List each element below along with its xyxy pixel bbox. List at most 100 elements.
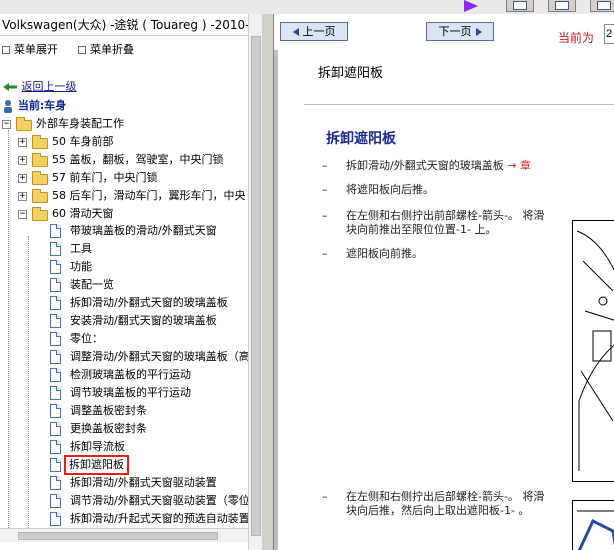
tree-group-60[interactable]: 60 滑动天窗	[52, 206, 114, 222]
back-link-label: 返回上一级	[21, 80, 77, 93]
document-icon	[50, 422, 61, 436]
tree-expander[interactable]: +	[18, 192, 27, 201]
tree-expander[interactable]: −	[18, 210, 27, 219]
prev-page-button[interactable]: 上一页	[280, 22, 348, 41]
back-arrow-icon	[3, 83, 17, 91]
tree-item[interactable]: 零位：	[70, 331, 103, 347]
document-title: 拆卸遮阳板	[326, 131, 396, 147]
tree-item[interactable]: 安装滑动/翻式天窗的玻璃盖板	[70, 313, 217, 329]
content-pane: 上一页 下一页 当前为 拆卸遮阳板 拆卸遮阳板 – 拆卸滑动/外翻式天窗的玻璃盖…	[274, 14, 614, 550]
step-dash: –	[322, 209, 328, 222]
next-page-label: 下一页	[438, 25, 472, 38]
window-icon	[513, 1, 527, 10]
current-location-label: 当前:车身	[17, 99, 67, 112]
vertical-scrollbar[interactable]	[248, 14, 262, 550]
technical-drawing-icon	[576, 230, 614, 471]
horizontal-scrollbar[interactable]	[0, 528, 248, 542]
folder-icon	[32, 135, 48, 149]
document-header: 拆卸遮阳板	[318, 66, 384, 81]
tree-line	[8, 130, 9, 540]
tree-item[interactable]: 带玻璃盖板的滑动/外翻式天窗	[70, 223, 217, 239]
current-page-label: 当前为	[558, 31, 595, 45]
tree-item[interactable]: 拆卸滑动/外翻式天窗驱动装置	[70, 475, 217, 491]
document-icon	[50, 494, 61, 508]
pane-splitter[interactable]	[262, 14, 274, 550]
header-divider	[304, 104, 614, 105]
window-button-1[interactable]	[506, 0, 534, 12]
tree-expander[interactable]: +	[18, 138, 27, 147]
tree-item[interactable]: 调整滑动/外翻式天窗的玻璃盖板（高	[70, 349, 250, 365]
tree-title: Volkswagen(大众) -途锐 ( Touareg ) -2010-...	[0, 14, 248, 36]
document-icon	[50, 512, 61, 526]
tree-item[interactable]: 功能	[70, 259, 92, 275]
tree-item[interactable]: 更换盖板密封条	[70, 421, 147, 437]
tree-item[interactable]: 拆卸滑动/外翻式天窗的玻璃盖板	[70, 295, 228, 311]
step-2-text: 将遮阳板向后推。	[346, 183, 434, 196]
folder-open-icon	[16, 117, 32, 131]
tree-line	[28, 236, 29, 540]
expand-all-button[interactable]: 菜单展开	[2, 41, 58, 59]
tree-group-55[interactable]: 55 盖板，翻板，驾驶室，中央门锁	[52, 152, 224, 168]
tree-group-50[interactable]: 50 车身前部	[52, 134, 114, 150]
document-icon	[50, 296, 61, 310]
tree-item[interactable]: 调节滑动/外翻式天窗驱动装置（零位	[70, 493, 250, 509]
tree-item[interactable]: 拆卸滑动/升起式天窗的预选自动装置	[70, 511, 250, 527]
top-toolbar-strip	[0, 0, 614, 14]
step-dash: –	[322, 247, 328, 260]
person-icon	[4, 100, 12, 113]
step-dash: –	[322, 490, 328, 503]
tree-item[interactable]: 检测玻璃盖板的平行运动	[70, 367, 191, 383]
tree-expander[interactable]: +	[18, 174, 27, 183]
tree-group-58[interactable]: 58 后车门，滑动车门，翼形车门，中央	[52, 188, 246, 204]
tree-group-57[interactable]: 57 前车门，中央门锁	[52, 170, 158, 186]
page-number-input[interactable]	[604, 24, 614, 44]
technical-drawing-icon	[577, 510, 614, 550]
scroll-thumb[interactable]	[251, 36, 261, 536]
document-icon	[50, 278, 61, 292]
triangle-left-icon	[292, 28, 299, 36]
tree-item[interactable]: 调节玻璃盖板的平行运动	[70, 385, 191, 401]
tree-item[interactable]: 调整盖板密封条	[70, 403, 147, 419]
document-icon	[50, 440, 61, 454]
step-5-text: 在左侧和右侧拧出后部螺栓-箭头-。 将滑块向后推，然后向上取出遮阳板-1- 。	[346, 490, 545, 517]
tree-item-selected[interactable]: 拆卸遮阳板	[64, 455, 129, 475]
tree-item[interactable]: 装配一览	[70, 277, 114, 293]
illustration-sunshade-front	[572, 220, 614, 482]
step-dash: –	[322, 159, 328, 172]
window-button-3[interactable]	[590, 0, 614, 12]
current-location: 当前:车身	[2, 97, 66, 115]
document-icon	[50, 260, 61, 274]
tree-item[interactable]: 拆卸导流板	[70, 439, 125, 455]
next-page-button[interactable]: 下一页	[426, 22, 494, 41]
tree-item[interactable]: 工具	[70, 241, 92, 257]
document-icon	[50, 242, 61, 256]
tree-expander-root[interactable]: −	[2, 120, 11, 129]
chapter-ref-link[interactable]: → 章	[507, 159, 531, 172]
arrow-right-icon[interactable]	[464, 0, 478, 12]
collapse-all-label: 菜单折叠	[90, 43, 134, 56]
folder-icon	[32, 189, 48, 203]
app-window: Volkswagen(大众) -途锐 ( Touareg ) -2010-...…	[0, 0, 614, 550]
triangle-right-icon	[475, 28, 482, 36]
tree-expander[interactable]: +	[18, 156, 27, 165]
expand-all-label: 菜单展开	[14, 43, 58, 56]
document-icon	[50, 332, 61, 346]
step-dash: –	[322, 183, 328, 196]
tree-root-label[interactable]: 外部车身装配工作	[36, 116, 124, 132]
document-icon	[50, 350, 61, 364]
folder-icon	[32, 171, 48, 185]
document-icon	[50, 458, 61, 472]
document-icon	[50, 404, 61, 418]
illustration-sunshade-rear	[572, 500, 614, 550]
folder-open-icon	[32, 207, 48, 221]
window-icon	[597, 1, 611, 10]
window-button-2[interactable]	[548, 0, 576, 12]
collapse-all-button[interactable]: 菜单折叠	[78, 41, 134, 59]
document-icon	[50, 476, 61, 490]
step-3-text: 在左侧和右侧拧出前部螺栓-箭头-。 将滑块向前推出至限位位置-1- 上。	[346, 209, 545, 236]
document-icon	[50, 386, 61, 400]
scroll-thumb[interactable]	[18, 532, 218, 540]
navigation-tree-pane: Volkswagen(大众) -途锐 ( Touareg ) -2010-...…	[0, 14, 262, 550]
expand-icon	[2, 46, 10, 54]
back-link[interactable]: 返回上一级	[2, 78, 77, 96]
